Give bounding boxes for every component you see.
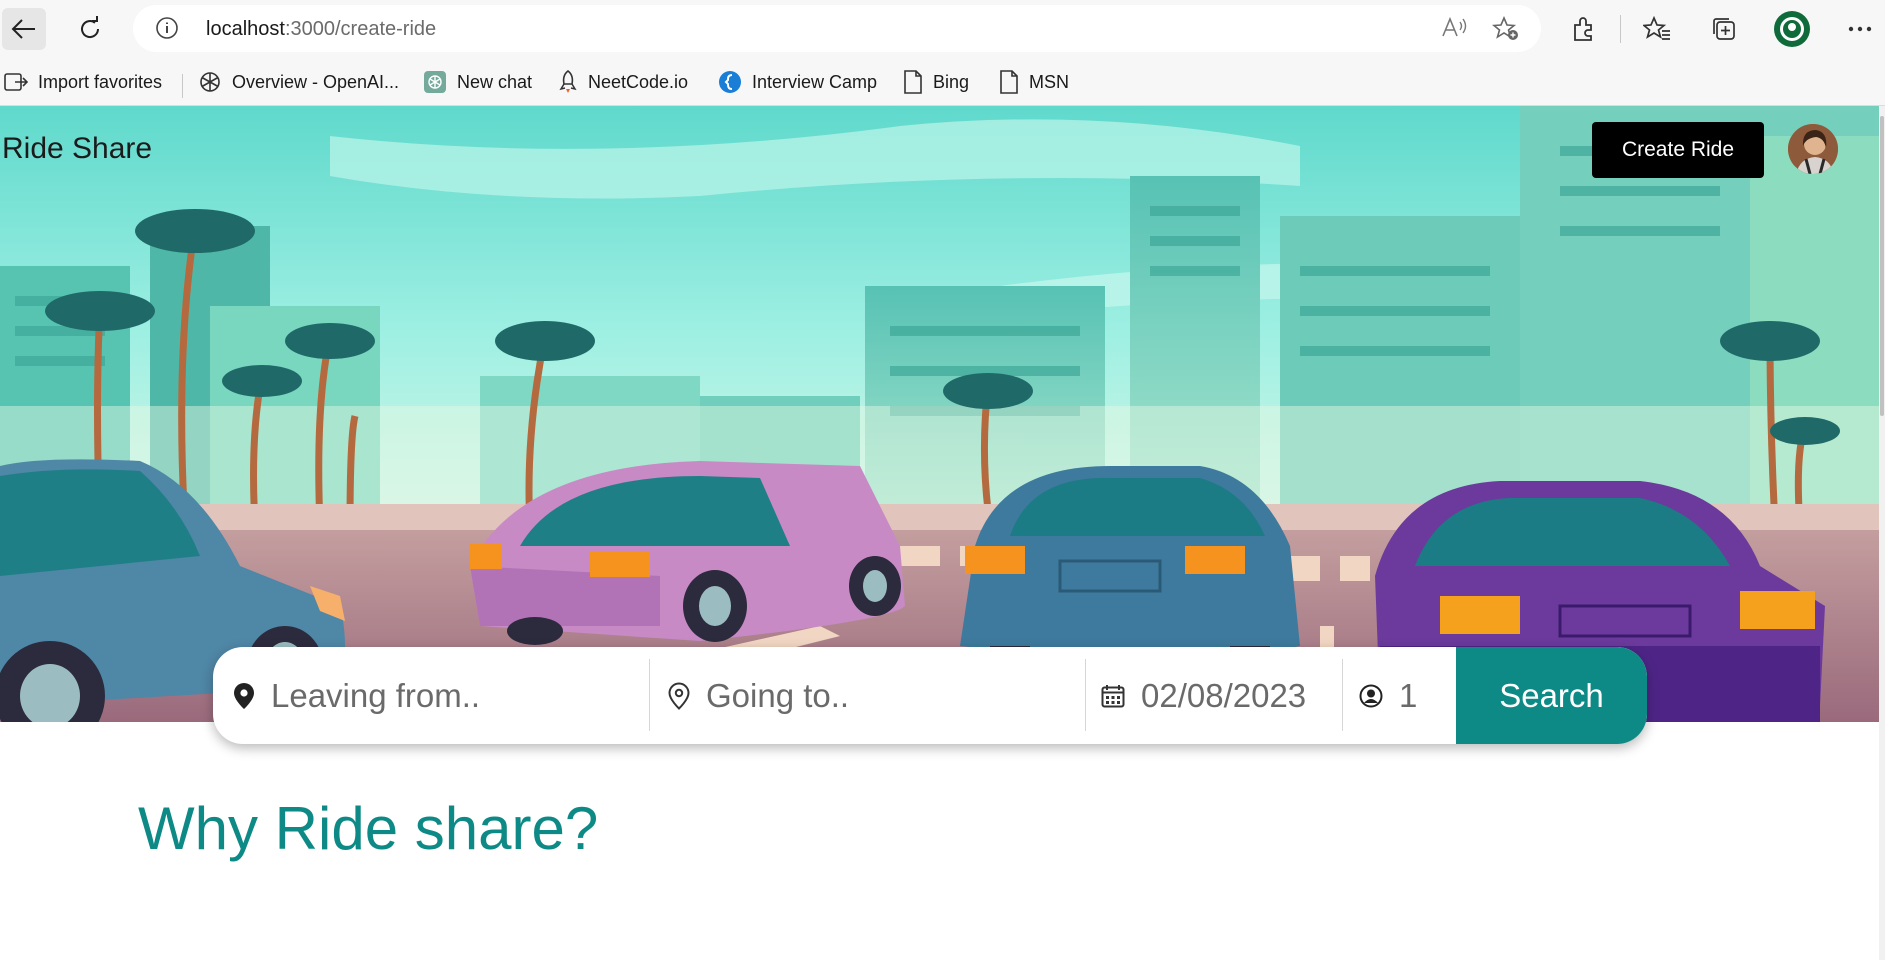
profile-avatar-icon[interactable] [1774, 11, 1810, 47]
passengers-value: 1 [1399, 676, 1418, 714]
address-bar[interactable]: localhost:3000/create-ride [133, 5, 1541, 52]
favorites-icon[interactable] [1640, 12, 1674, 46]
user-avatar[interactable] [1788, 124, 1838, 174]
bookmark-label: MSN [1029, 71, 1069, 92]
date-field[interactable]: 02/08/2023 [1101, 647, 1341, 744]
user-photo-icon [1788, 124, 1838, 174]
browser-toolbar: localhost:3000/create-ride [0, 0, 1885, 58]
calendar-icon [1101, 684, 1125, 707]
bookmark-label: NeetCode.io [588, 71, 689, 92]
read-aloud-icon[interactable] [1441, 16, 1467, 44]
field-divider [649, 659, 650, 731]
location-pin-outline-icon [668, 681, 690, 710]
going-to-field[interactable]: Going to.. [668, 647, 1078, 744]
page-content: Ride Share Create Ride Leaving from.. Go… [0, 106, 1879, 960]
search-button[interactable]: Search [1456, 647, 1647, 744]
ride-search-bar: Leaving from.. Going to.. 02/08/2023 1 S… [213, 647, 1647, 744]
brand-title[interactable]: Ride Share [2, 132, 152, 166]
leaving-from-field[interactable]: Leaving from.. [233, 647, 643, 744]
passengers-field[interactable]: 1 [1359, 647, 1449, 744]
bookmark-neetcode[interactable]: NeetCode.io [558, 65, 688, 99]
why-ride-share-heading: Why Ride share? [138, 795, 599, 862]
going-to-placeholder: Going to.. [706, 676, 850, 714]
url-text: localhost:3000/create-ride [206, 18, 436, 41]
create-ride-button[interactable]: Create Ride [1592, 122, 1764, 178]
page-icon [1000, 70, 1018, 94]
bookmark-label: Interview Camp [752, 71, 878, 92]
bookmark-import-favorites[interactable]: Import favorites [4, 65, 162, 99]
bookmark-bing[interactable]: Bing [903, 65, 969, 99]
user-circle-icon [1359, 684, 1383, 707]
bookmark-label: Bing [933, 71, 970, 92]
chatgpt-icon [424, 71, 446, 93]
bookmark-openai-overview[interactable]: Overview - OpenAI... [198, 65, 399, 99]
bookmark-divider [182, 74, 183, 98]
page-scrollbar[interactable] [1879, 106, 1885, 960]
collections-icon[interactable] [1707, 12, 1741, 46]
reload-button[interactable] [68, 8, 112, 50]
bookmark-msn[interactable]: MSN [999, 65, 1069, 99]
import-icon [4, 73, 28, 91]
bookmark-label: Import favorites [38, 71, 163, 92]
hero-banner: Ride Share Create Ride [0, 106, 1879, 722]
field-divider [1342, 659, 1343, 731]
bookmarks-bar: Import favorites Overview - OpenAI... Ne… [0, 58, 1885, 106]
reload-icon [81, 16, 100, 38]
bookmark-new-chat[interactable]: New chat [423, 65, 532, 99]
leaving-from-placeholder: Leaving from.. [271, 676, 481, 714]
openai-icon [200, 72, 220, 92]
bookmark-interview-camp[interactable]: Interview Camp [718, 65, 877, 99]
field-divider [1085, 659, 1086, 731]
bookmark-label: Overview - OpenAI... [232, 71, 400, 92]
page-icon [904, 70, 922, 94]
interview-camp-icon [719, 71, 741, 93]
more-options-icon[interactable] [1843, 12, 1877, 46]
rocket-icon [559, 70, 577, 93]
add-favorite-icon[interactable] [1491, 15, 1520, 46]
location-pin-filled-icon [234, 682, 254, 709]
date-value: 02/08/2023 [1141, 676, 1307, 714]
back-arrow-icon [11, 19, 35, 39]
back-button[interactable] [2, 8, 46, 50]
toolbar-divider [1620, 15, 1621, 43]
url-path: :3000/create-ride [284, 18, 437, 40]
bookmark-label: New chat [457, 71, 533, 92]
city-traffic-illustration [0, 106, 1879, 722]
scrollbar-thumb[interactable] [1880, 116, 1884, 416]
url-host: localhost [206, 18, 285, 40]
extensions-icon[interactable] [1567, 12, 1601, 46]
site-info-icon[interactable] [155, 16, 179, 44]
